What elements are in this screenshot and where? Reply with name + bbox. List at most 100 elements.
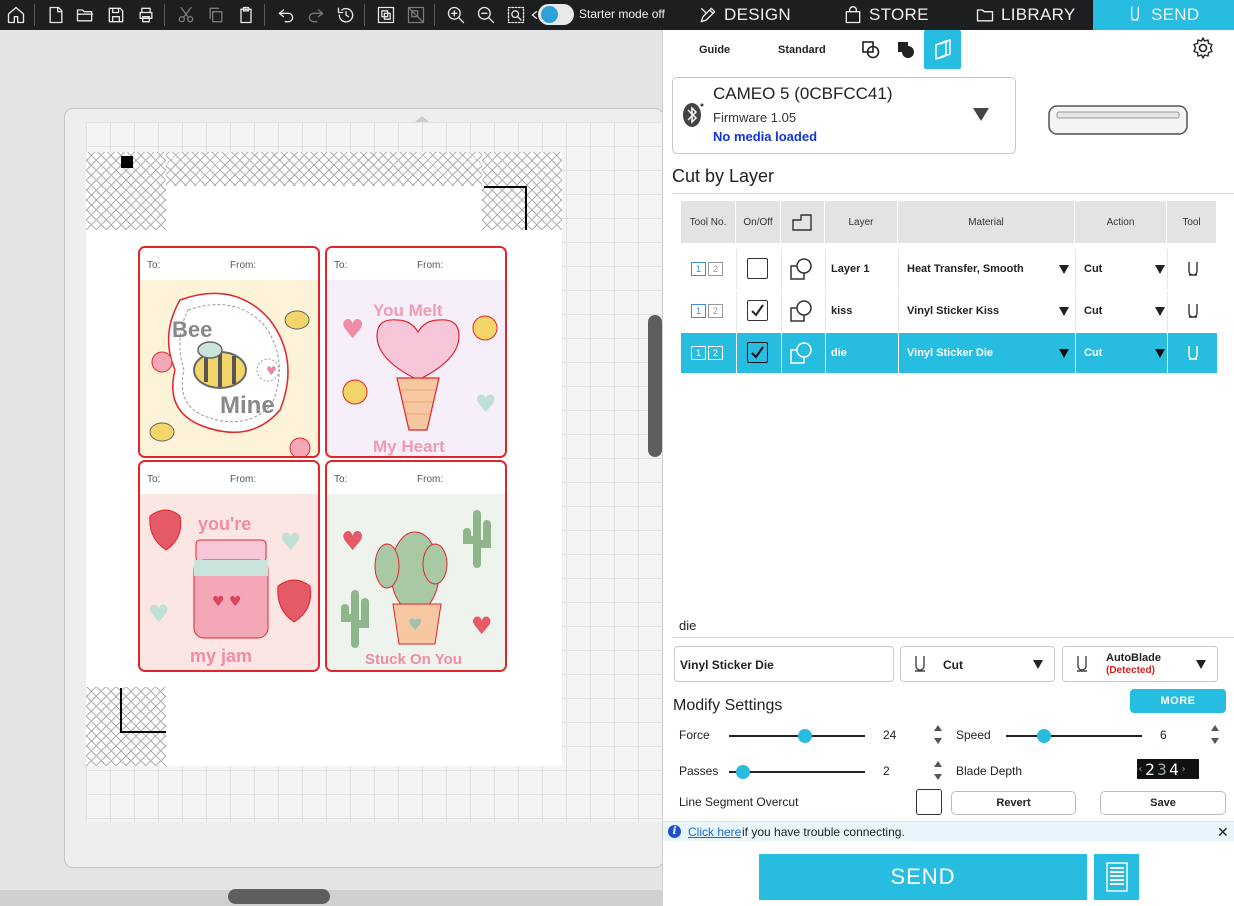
overlap-shapes-icon[interactable] bbox=[858, 38, 884, 62]
tool-1-badge[interactable]: 1 bbox=[691, 262, 706, 276]
dial-left-arrow-icon[interactable]: ‹ bbox=[1137, 764, 1144, 775]
tool-number-selector[interactable]: 1 2 bbox=[691, 346, 723, 360]
overcut-checkbox[interactable] bbox=[916, 789, 942, 815]
valentine-card-bee-mine[interactable]: To: From: ♥ Bee Mine bbox=[138, 246, 320, 458]
revert-button[interactable]: Revert bbox=[951, 791, 1076, 815]
card-header: To: From: bbox=[327, 462, 505, 494]
chevron-down-icon[interactable] bbox=[1196, 660, 1206, 669]
table-row[interactable]: 1 2 kiss Vinyl Sticker Kiss Cut bbox=[681, 291, 1217, 331]
barcode-button[interactable] bbox=[1094, 854, 1139, 900]
click-here-link[interactable]: Click here bbox=[688, 825, 741, 839]
speed-slider[interactable] bbox=[1006, 729, 1142, 743]
canvas-horizontal-scrollbar[interactable] bbox=[228, 889, 330, 904]
action-select[interactable]: Cut bbox=[900, 646, 1055, 682]
material-dropdown-icon[interactable] bbox=[1059, 349, 1069, 358]
send-button[interactable]: SEND bbox=[759, 854, 1087, 900]
tool-2-badge[interactable]: 2 bbox=[708, 304, 723, 318]
card-top-text: You Melt bbox=[373, 301, 443, 320]
valentine-card-youre-my-jam[interactable]: To: From: you're ♥ ♥ my jam ♥ ♥ bbox=[138, 460, 320, 672]
layer-enable-checkbox[interactable] bbox=[747, 300, 768, 321]
blade-tool-icon bbox=[1188, 304, 1198, 318]
registration-mark-corner bbox=[120, 688, 166, 733]
force-slider[interactable] bbox=[729, 729, 865, 743]
undo-icon[interactable] bbox=[274, 3, 298, 27]
tool-number-selector[interactable]: 1 2 bbox=[691, 304, 723, 318]
save-icon[interactable] bbox=[104, 3, 128, 27]
save-button[interactable]: Save bbox=[1100, 791, 1226, 815]
blade-depth-dial[interactable]: ‹ 2 3 4 › bbox=[1137, 759, 1199, 779]
layer-shape-icon[interactable] bbox=[789, 341, 815, 365]
more-button[interactable]: MORE bbox=[1130, 689, 1226, 713]
action-dropdown-icon[interactable] bbox=[1155, 307, 1165, 316]
layer-material[interactable]: Vinyl Sticker Kiss bbox=[907, 291, 999, 331]
design-canvas[interactable]: To: From: ♥ Bee Mine To: From: You Melt … bbox=[0, 30, 662, 906]
device-dropdown-icon[interactable] bbox=[973, 108, 989, 121]
tab-store[interactable]: STORE bbox=[843, 0, 929, 30]
speed-stepper[interactable] bbox=[1209, 724, 1221, 746]
mode-tab-guide[interactable]: Guide bbox=[699, 44, 730, 56]
canvas-vertical-scrollbar[interactable] bbox=[648, 315, 662, 457]
tool-1-badge[interactable]: 1 bbox=[691, 346, 706, 360]
print-icon[interactable] bbox=[134, 3, 158, 27]
passes-slider[interactable] bbox=[729, 765, 865, 779]
material-field[interactable]: Vinyl Sticker Die bbox=[674, 646, 894, 682]
zoom-in-icon[interactable] bbox=[444, 3, 468, 27]
material-dropdown-icon[interactable] bbox=[1059, 307, 1069, 316]
blade-select[interactable]: AutoBlade (Detected) bbox=[1062, 646, 1218, 682]
layer-action[interactable]: Cut bbox=[1084, 333, 1102, 373]
card-top-text: Bee bbox=[172, 317, 212, 342]
history-icon[interactable] bbox=[334, 3, 358, 27]
passes-stepper[interactable] bbox=[932, 760, 944, 782]
tab-library[interactable]: LIBRARY bbox=[975, 0, 1076, 30]
overcut-label: Line Segment Overcut bbox=[679, 795, 799, 809]
barcode-icon bbox=[1105, 862, 1128, 892]
ungroup-icon[interactable] bbox=[404, 3, 428, 27]
paste-icon[interactable] bbox=[234, 3, 258, 27]
layer-enable-checkbox[interactable] bbox=[747, 342, 768, 363]
material-dropdown-icon[interactable] bbox=[1059, 265, 1069, 274]
group-icon[interactable] bbox=[374, 3, 398, 27]
cut-by-layer-mode-icon[interactable] bbox=[924, 30, 961, 69]
action-dropdown-icon[interactable] bbox=[1155, 265, 1165, 274]
layer-enable-checkbox[interactable] bbox=[747, 258, 768, 279]
layer-material[interactable]: Vinyl Sticker Die bbox=[907, 333, 993, 373]
tab-design[interactable]: DESIGN bbox=[698, 0, 791, 30]
zoom-out-icon[interactable] bbox=[474, 3, 498, 27]
force-stepper[interactable] bbox=[932, 724, 944, 746]
dial-right-arrow-icon[interactable]: › bbox=[1180, 764, 1187, 775]
blade-depth-digit: 2 bbox=[1145, 759, 1155, 779]
starter-mode-toggle[interactable] bbox=[538, 4, 574, 25]
home-icon[interactable] bbox=[4, 3, 28, 27]
force-slider-thumb[interactable] bbox=[798, 729, 813, 743]
speed-slider-thumb[interactable] bbox=[1037, 729, 1052, 743]
redo-icon[interactable] bbox=[304, 3, 328, 27]
layer-action[interactable]: Cut bbox=[1084, 249, 1102, 289]
cut-icon[interactable] bbox=[174, 3, 198, 27]
valentine-card-stuck-on-you[interactable]: To: From: ♥ Stuck On You ♥ ♥ bbox=[325, 460, 507, 672]
open-folder-icon[interactable] bbox=[73, 3, 97, 27]
gear-icon[interactable] bbox=[1191, 36, 1215, 60]
layer-material[interactable]: Heat Transfer, Smooth bbox=[907, 249, 1024, 289]
mode-tab-standard[interactable]: Standard bbox=[778, 44, 826, 56]
chevron-down-icon[interactable] bbox=[1033, 660, 1043, 669]
tool-2-badge[interactable]: 2 bbox=[708, 262, 723, 276]
blade-depth-digit: 3 bbox=[1157, 759, 1167, 779]
layer-shape-icon[interactable] bbox=[789, 299, 815, 323]
tool-1-badge[interactable]: 1 bbox=[691, 304, 706, 318]
new-file-icon[interactable] bbox=[44, 3, 68, 27]
action-dropdown-icon[interactable] bbox=[1155, 349, 1165, 358]
layer-shape-icon[interactable] bbox=[789, 257, 815, 281]
table-row-selected[interactable]: 1 2 die Vinyl Sticker Die Cut bbox=[681, 333, 1217, 373]
layer-action[interactable]: Cut bbox=[1084, 291, 1102, 331]
zoom-fit-icon[interactable] bbox=[504, 3, 528, 27]
table-row[interactable]: 1 2 Layer 1 Heat Transfer, Smooth Cut bbox=[681, 249, 1217, 289]
tool-2-badge[interactable]: 2 bbox=[708, 346, 723, 360]
passes-slider-thumb[interactable] bbox=[735, 765, 750, 779]
device-selector[interactable]: CAMEO 5 (0CBFCC41) Firmware 1.05 No medi… bbox=[672, 77, 1016, 154]
close-icon[interactable]: ✕ bbox=[1217, 824, 1229, 841]
tab-send[interactable]: SEND bbox=[1125, 0, 1199, 30]
fill-shapes-icon[interactable] bbox=[893, 38, 919, 62]
valentine-card-you-melt-my-heart[interactable]: To: From: You Melt My Heart ♥ ♥ bbox=[325, 246, 507, 458]
tool-number-selector[interactable]: 1 2 bbox=[691, 262, 723, 276]
copy-icon[interactable] bbox=[204, 3, 228, 27]
